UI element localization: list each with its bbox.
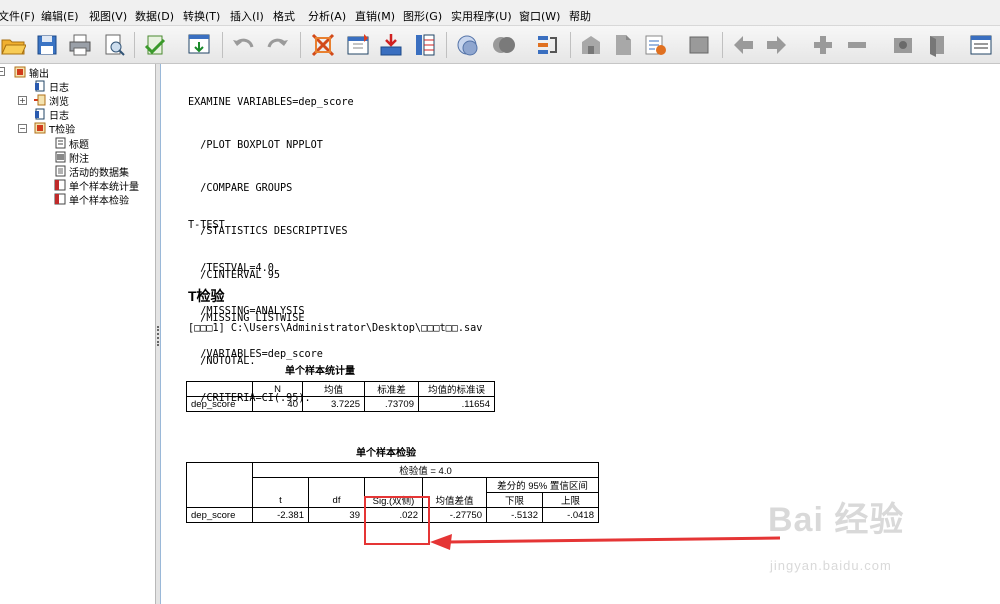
title-icon (54, 137, 66, 149)
outline-item-one-sample-statistics[interactable]: 单个样本统计量 (54, 178, 139, 193)
recall-dialog-icon[interactable] (184, 30, 214, 60)
open-icon[interactable] (0, 30, 28, 60)
goto-variable-icon[interactable] (343, 30, 373, 60)
ci-header: 差分的 95% 置信区间 (486, 477, 599, 493)
output-root-icon (14, 66, 26, 78)
demote-icon[interactable] (762, 30, 792, 60)
menu-transform[interactable]: 转换(T) (183, 8, 220, 24)
one-sample-statistics-table: N 均值 标准差 均值的标准误 dep_score 40 3.7225 .737… (186, 381, 495, 412)
promote-icon[interactable] (728, 30, 758, 60)
table-title-test: 单个样本检验 (356, 448, 416, 459)
log-icon (34, 80, 46, 92)
expand-toggle[interactable]: + (18, 96, 27, 105)
table-icon (54, 179, 66, 191)
test-value-header: 检验值 = 4.0 (252, 462, 599, 478)
watermark-url: jingyan.baidu.com (770, 558, 892, 573)
collapse-icon[interactable] (842, 30, 872, 60)
insert-output-icon[interactable] (608, 30, 638, 60)
dataset-path: [□□□1] C:\Users\Administrator\Desktop\□□… (188, 323, 483, 334)
t-test-icon (34, 122, 46, 134)
outline-item-log-2[interactable]: 日志 (34, 107, 69, 122)
explore-icon (34, 94, 46, 106)
outline-item-explore[interactable]: 浏览 (34, 93, 69, 108)
table-title-statistics: 单个样本统计量 (285, 366, 355, 377)
hide-icon[interactable] (922, 30, 952, 60)
notes-icon (54, 151, 66, 163)
menu-help[interactable]: 帮助 (569, 8, 591, 24)
menu-insert[interactable]: 插入(I) (230, 8, 264, 24)
print-preview-icon[interactable] (99, 30, 129, 60)
dataset-icon (54, 165, 66, 177)
log-icon (34, 108, 46, 120)
designate-window-icon[interactable] (576, 30, 606, 60)
menu-edit[interactable]: 编辑(E) (41, 8, 79, 24)
outline-item-one-sample-test[interactable]: 单个样本检验 (54, 192, 129, 207)
weight-cases-icon[interactable] (489, 30, 519, 60)
menu-file[interactable]: 文件(F) (0, 8, 35, 24)
baidu-watermark: Bai 经验 jingyan.baidu.com (768, 492, 948, 582)
menu-view[interactable]: 视图(V) (89, 8, 127, 24)
collapse-toggle[interactable]: − (18, 124, 27, 133)
menu-data[interactable]: 数据(D) (135, 8, 174, 24)
menu-utilities[interactable]: 实用程序(U) (451, 8, 512, 24)
expand-icon[interactable] (808, 30, 838, 60)
collapse-toggle[interactable]: − (0, 67, 5, 76)
menu-window[interactable]: 窗口(W) (519, 8, 560, 24)
outline-item-log[interactable]: 日志 (34, 79, 69, 94)
outline-item-active-dataset[interactable]: 活动的数据集 (54, 164, 129, 179)
arrow-icon (430, 534, 780, 550)
menu-format[interactable]: 格式 (273, 8, 295, 24)
insert-heading-icon[interactable] (640, 30, 670, 60)
insert-variable-icon[interactable] (410, 30, 440, 60)
outline-item-t-test[interactable]: T检验 (34, 121, 75, 136)
menu-analyze[interactable]: 分析(A) (308, 8, 346, 24)
insert-title-icon[interactable] (684, 30, 714, 60)
save-icon[interactable] (32, 30, 62, 60)
table-icon (54, 193, 66, 205)
export-icon[interactable] (140, 30, 170, 60)
print-icon[interactable] (65, 30, 95, 60)
watermark-logo: Bai 经验 (768, 501, 905, 539)
menu-bar: 文件(F) 编辑(E) 视图(V) 数据(D) 转换(T) 插入(I) 格式 分… (0, 0, 1000, 26)
select-cases-icon[interactable] (532, 30, 562, 60)
toolbar (0, 26, 1000, 64)
table-header-row: N 均值 标准差 均值的标准误 (186, 381, 495, 397)
table-row: dep_score 40 3.7225 .73709 .11654 (186, 396, 495, 412)
split-file-icon[interactable] (452, 30, 482, 60)
outline-item-notes[interactable]: 附注 (54, 150, 89, 165)
scroll-icon[interactable] (966, 30, 996, 60)
outline-item-title[interactable]: 标题 (54, 136, 89, 151)
goto-case-icon[interactable] (308, 30, 338, 60)
outline-pane: − 输出 日志 + 浏览 日志 − T检验 标题 附注 活动的数据集 单个样本统… (0, 64, 155, 604)
undo-icon[interactable] (228, 30, 258, 60)
menu-graphs[interactable]: 图形(G) (403, 8, 442, 24)
menu-direct-marketing[interactable]: 直销(M) (355, 8, 395, 24)
redo-icon[interactable] (263, 30, 293, 60)
insert-cases-icon[interactable] (376, 30, 406, 60)
outline-item-output[interactable]: 输出 (14, 65, 49, 80)
show-icon[interactable] (888, 30, 918, 60)
section-heading: T检验 (188, 288, 225, 304)
